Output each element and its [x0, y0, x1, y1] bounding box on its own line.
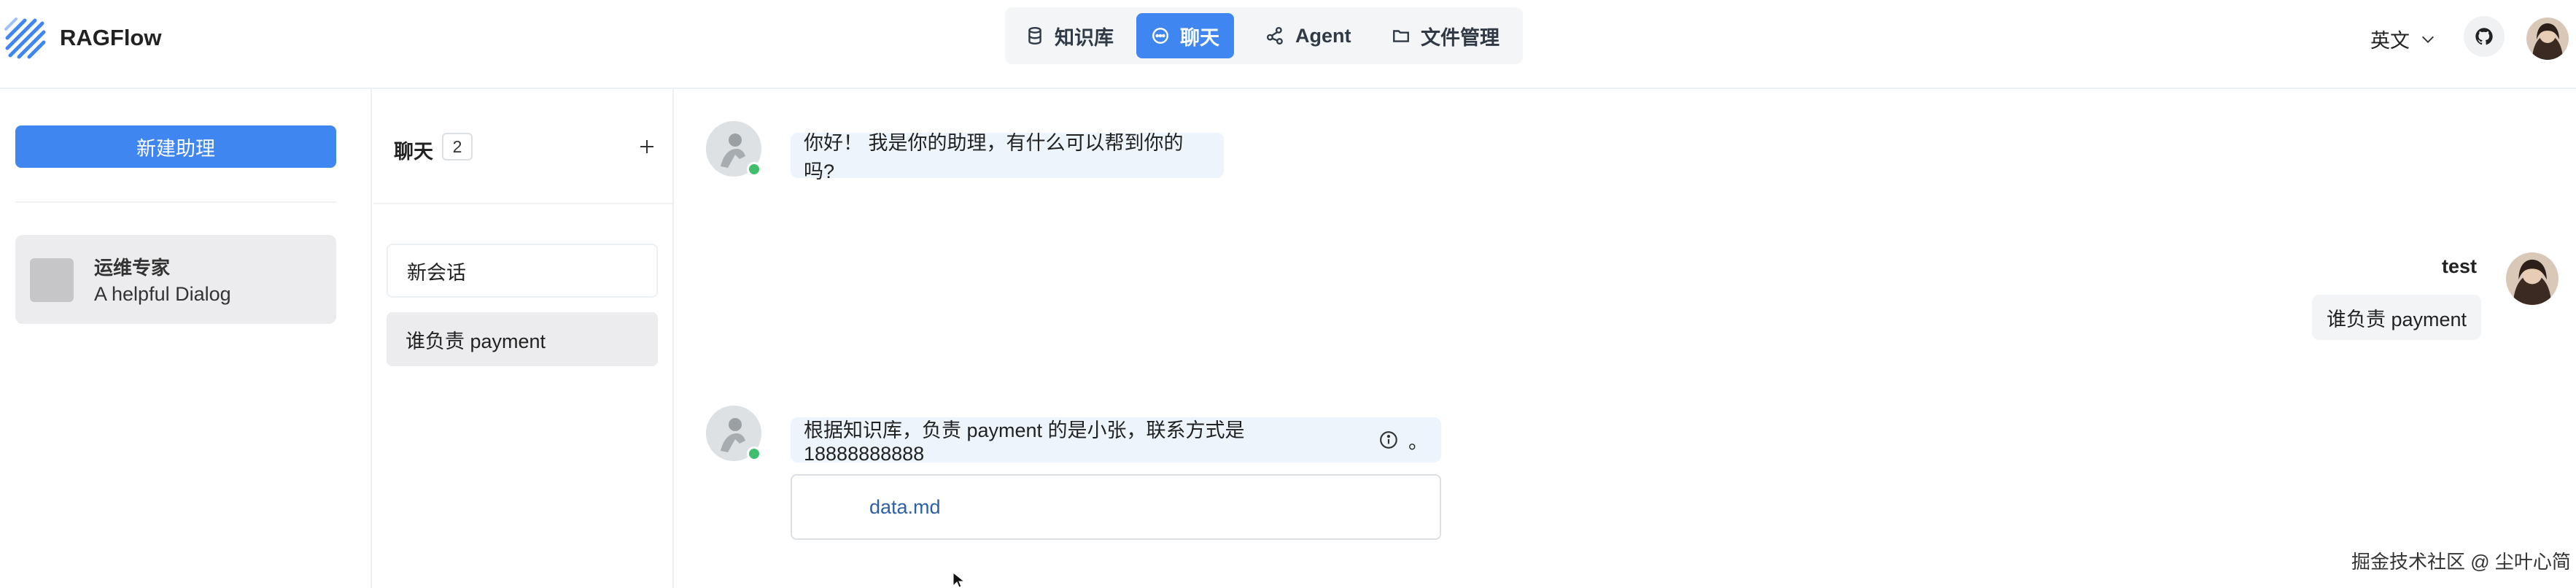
assistant-avatar-placeholder: [30, 258, 74, 302]
user-message-avatar: [2506, 252, 2558, 305]
nav-item-chat[interactable]: 聊天: [1136, 13, 1234, 58]
online-status-dot: [747, 162, 761, 177]
main-nav: 知识库 聊天 Agent 文件管理: [1005, 7, 1523, 64]
online-status-dot: [747, 446, 761, 461]
nav-item-file-management[interactable]: 文件管理: [1377, 13, 1514, 58]
divider: [373, 203, 672, 204]
plus-icon: [640, 140, 653, 153]
conversation-count-badge: 2: [442, 133, 473, 160]
language-selector[interactable]: 英文: [2370, 25, 2436, 53]
add-conversation-button[interactable]: [629, 128, 665, 165]
user-avatar[interactable]: [2526, 18, 2569, 60]
info-icon[interactable]: [1379, 430, 1398, 449]
nav-item-label: Agent: [1295, 24, 1351, 47]
conversation-item-selected[interactable]: 谁负责 payment: [387, 312, 658, 366]
mouse-cursor-icon: [953, 572, 966, 588]
source-document-card[interactable]: data.md: [791, 474, 1441, 540]
assistant-message: 你好！ 我是你的助理，有什么可以帮到你的吗?: [791, 132, 1224, 182]
user-message: 谁负责 payment: [2312, 295, 2481, 340]
divider: [15, 201, 336, 203]
ragflow-logo-icon[interactable]: [3, 16, 50, 63]
conversation-list-title: 聊天: [394, 141, 433, 163]
assistant-card[interactable]: 运维专家 A helpful Dialog: [15, 235, 336, 324]
chat-bubble-icon: [1152, 28, 1168, 44]
language-label: 英文: [2370, 30, 2410, 52]
user-message-text: 谁负责 payment: [2326, 308, 2467, 330]
chevron-down-icon: [2422, 36, 2434, 43]
source-document-link[interactable]: data.md: [869, 496, 941, 519]
nav-item-label: 知识库: [1055, 26, 1114, 49]
nav-item-label: 文件管理: [1421, 26, 1500, 49]
assistant-name: 运维专家: [94, 257, 171, 279]
github-button[interactable]: [2464, 16, 2505, 57]
brand-name: RAGFlow: [60, 25, 162, 50]
user-name: test: [2442, 255, 2478, 277]
assistant-message: 根据知识库，负责 payment 的是小张，联系方式是 18888888888 …: [791, 417, 1441, 465]
folder-icon: [1393, 30, 1409, 42]
assistant-message-text: 根据知识库，负责 payment 的是小张，联系方式是 18888888888: [804, 419, 1245, 465]
user-photo-icon: [2506, 252, 2558, 305]
top-header: RAGFlow 知识库 聊天 Agent 文件管理 英文: [0, 0, 2576, 89]
graph-nodes-icon: [1266, 26, 1283, 45]
nav-item-agent[interactable]: Agent: [1252, 13, 1366, 58]
nav-item-knowledge-base[interactable]: 知识库: [1011, 13, 1128, 58]
assistant-message-text: 你好！ 我是你的助理，有什么可以帮到你的吗?: [804, 132, 1184, 182]
conversation-list: 聊天 2 新会话 谁负责 payment: [373, 89, 674, 588]
user-photo-icon: [2526, 18, 2569, 60]
new-assistant-button[interactable]: 新建助理: [15, 125, 336, 168]
message-suffix: 。: [1408, 430, 1428, 453]
assistant-description: A helpful Dialog: [94, 283, 231, 305]
conversation-item[interactable]: 新会话: [387, 244, 658, 298]
github-icon: [2475, 28, 2493, 45]
watermark-text: 掘金技术社区 @ 尘叶心简: [2351, 551, 2571, 573]
assistant-sidebar: 新建助理 运维专家 A helpful Dialog: [0, 89, 372, 588]
nav-item-label: 聊天: [1180, 26, 1219, 49]
database-icon: [1028, 26, 1041, 45]
